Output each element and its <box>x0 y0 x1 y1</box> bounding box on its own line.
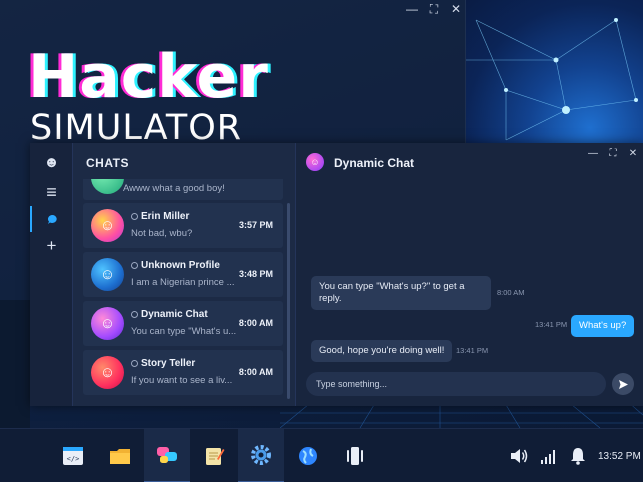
avatar: ☺ <box>91 307 124 340</box>
maximize-button[interactable]: ⛶ <box>428 3 440 15</box>
status-dot-icon <box>131 213 138 220</box>
chat-preview: Not bad, wbu? <box>131 228 193 239</box>
conversation-pane: ☺ Dynamic Chat — ⛶ ✕ You can type "What'… <box>295 143 643 406</box>
message-bubble-incoming: Good, hope you're doing well! <box>311 340 453 362</box>
avatar: ☺ <box>91 258 124 291</box>
signal-bars-icon[interactable] <box>538 445 560 467</box>
minimize-button[interactable]: — <box>587 148 599 159</box>
chat-bubble-icon[interactable] <box>30 206 73 232</box>
taskbar-clock: 13:52 PM <box>598 451 641 462</box>
skull-icon[interactable]: ☻ <box>30 149 73 175</box>
message-time: 8:00 AM <box>497 288 525 297</box>
close-button[interactable]: ✕ <box>450 3 462 15</box>
app-side-rail: ☻ ≡ + <box>30 143 73 406</box>
face-icon: ☺ <box>99 364 116 381</box>
chat-time: 8:00 AM <box>238 367 273 377</box>
face-icon: ☺ <box>310 157 320 167</box>
message-bubble-incoming: You can type "What's up?" to get a reply… <box>311 276 491 310</box>
send-arrow-icon <box>618 379 628 389</box>
status-dot-icon <box>131 360 138 367</box>
message-bubble-outgoing: What's up? <box>571 315 635 337</box>
chat-name: Story Teller <box>141 358 196 369</box>
face-icon: ☺ <box>99 217 116 234</box>
chat-list-scrollbar[interactable] <box>287 203 290 399</box>
background-window-controls: — ⛶ ✕ <box>406 3 462 15</box>
chat-window-controls: — ⛶ ✕ <box>587 148 639 159</box>
plus-icon[interactable]: + <box>30 233 73 259</box>
message-time: 13:41 PM <box>535 320 568 329</box>
chat-preview: If you want to see a liv... <box>131 375 233 386</box>
conversation-avatar: ☺ <box>306 153 324 171</box>
conversation-title: Dynamic Chat <box>334 156 415 170</box>
chat-list-item-unknown-profile[interactable]: ☺ Unknown Profile I am a Nigerian prince… <box>83 252 283 297</box>
face-icon: ☺ <box>99 315 116 332</box>
status-dot-icon <box>131 262 138 269</box>
chat-preview: I am a Nigerian prince ... <box>131 277 235 288</box>
logo-simulator-text: SIMULATOR <box>30 108 243 148</box>
notes-icon[interactable] <box>191 429 237 482</box>
code-editor-icon[interactable]: </> <box>50 429 96 482</box>
message-time: 13:41 PM <box>456 346 489 355</box>
chat-list-item[interactable]: Awww what a good boy! <box>83 179 283 200</box>
avatar: ☺ <box>91 209 124 242</box>
volume-icon[interactable] <box>508 445 530 467</box>
bell-icon[interactable] <box>567 445 589 467</box>
svg-text:</>: </> <box>67 455 80 463</box>
logo-hacker-text: Hacker <box>28 42 269 112</box>
avatar: ☺ <box>91 356 124 389</box>
menu-icon[interactable]: ≡ <box>30 179 73 205</box>
chat-time: 8:00 AM <box>238 318 273 328</box>
chat-list-item-dynamic-chat[interactable]: ☺ Dynamic Chat You can type "What's u...… <box>83 301 283 346</box>
maximize-button[interactable]: ⛶ <box>607 148 619 159</box>
chat-list-item-story-teller[interactable]: ☺ Story Teller If you want to see a liv.… <box>83 350 283 395</box>
chat-app-icon[interactable] <box>144 429 190 482</box>
browser-globe-icon[interactable] <box>285 429 331 482</box>
chat-list-item-erin-miller[interactable]: ☺ Erin Miller Not bad, wbu? 3:57 PM <box>83 203 283 248</box>
settings-gear-icon[interactable] <box>238 429 284 482</box>
send-button[interactable] <box>612 373 634 395</box>
desktop-shadow-strip <box>0 300 30 428</box>
status-dot-icon <box>131 311 138 318</box>
chat-preview: You can type "What's u... <box>131 326 237 337</box>
chat-list: Awww what a good boy! ☺ Erin Miller Not … <box>83 179 283 406</box>
face-icon: ☺ <box>99 266 116 283</box>
globe-wallpaper <box>466 0 643 160</box>
chat-time: 3:48 PM <box>238 269 273 279</box>
chat-preview: Awww what a good boy! <box>123 183 225 194</box>
taskbar: </> 13:52 PM <box>0 428 643 482</box>
folder-icon[interactable] <box>97 429 143 482</box>
close-button[interactable]: ✕ <box>627 148 639 159</box>
chat-name: Erin Miller <box>141 211 190 222</box>
chat-app-window: ☻ ≡ + CHATS Awww what a good boy! ☺ Erin… <box>30 143 643 406</box>
chat-list-pane: CHATS Awww what a good boy! ☺ Erin Mille… <box>73 143 295 406</box>
chat-name: Unknown Profile <box>141 260 220 271</box>
chat-time: 3:57 PM <box>238 220 273 230</box>
message-input[interactable] <box>306 372 606 396</box>
phone-icon[interactable] <box>332 429 378 482</box>
network-lines-graphic <box>466 18 638 141</box>
chats-heading: CHATS <box>86 156 129 170</box>
chat-name: Dynamic Chat <box>141 309 208 320</box>
minimize-button[interactable]: — <box>406 3 418 15</box>
avatar <box>91 179 124 194</box>
